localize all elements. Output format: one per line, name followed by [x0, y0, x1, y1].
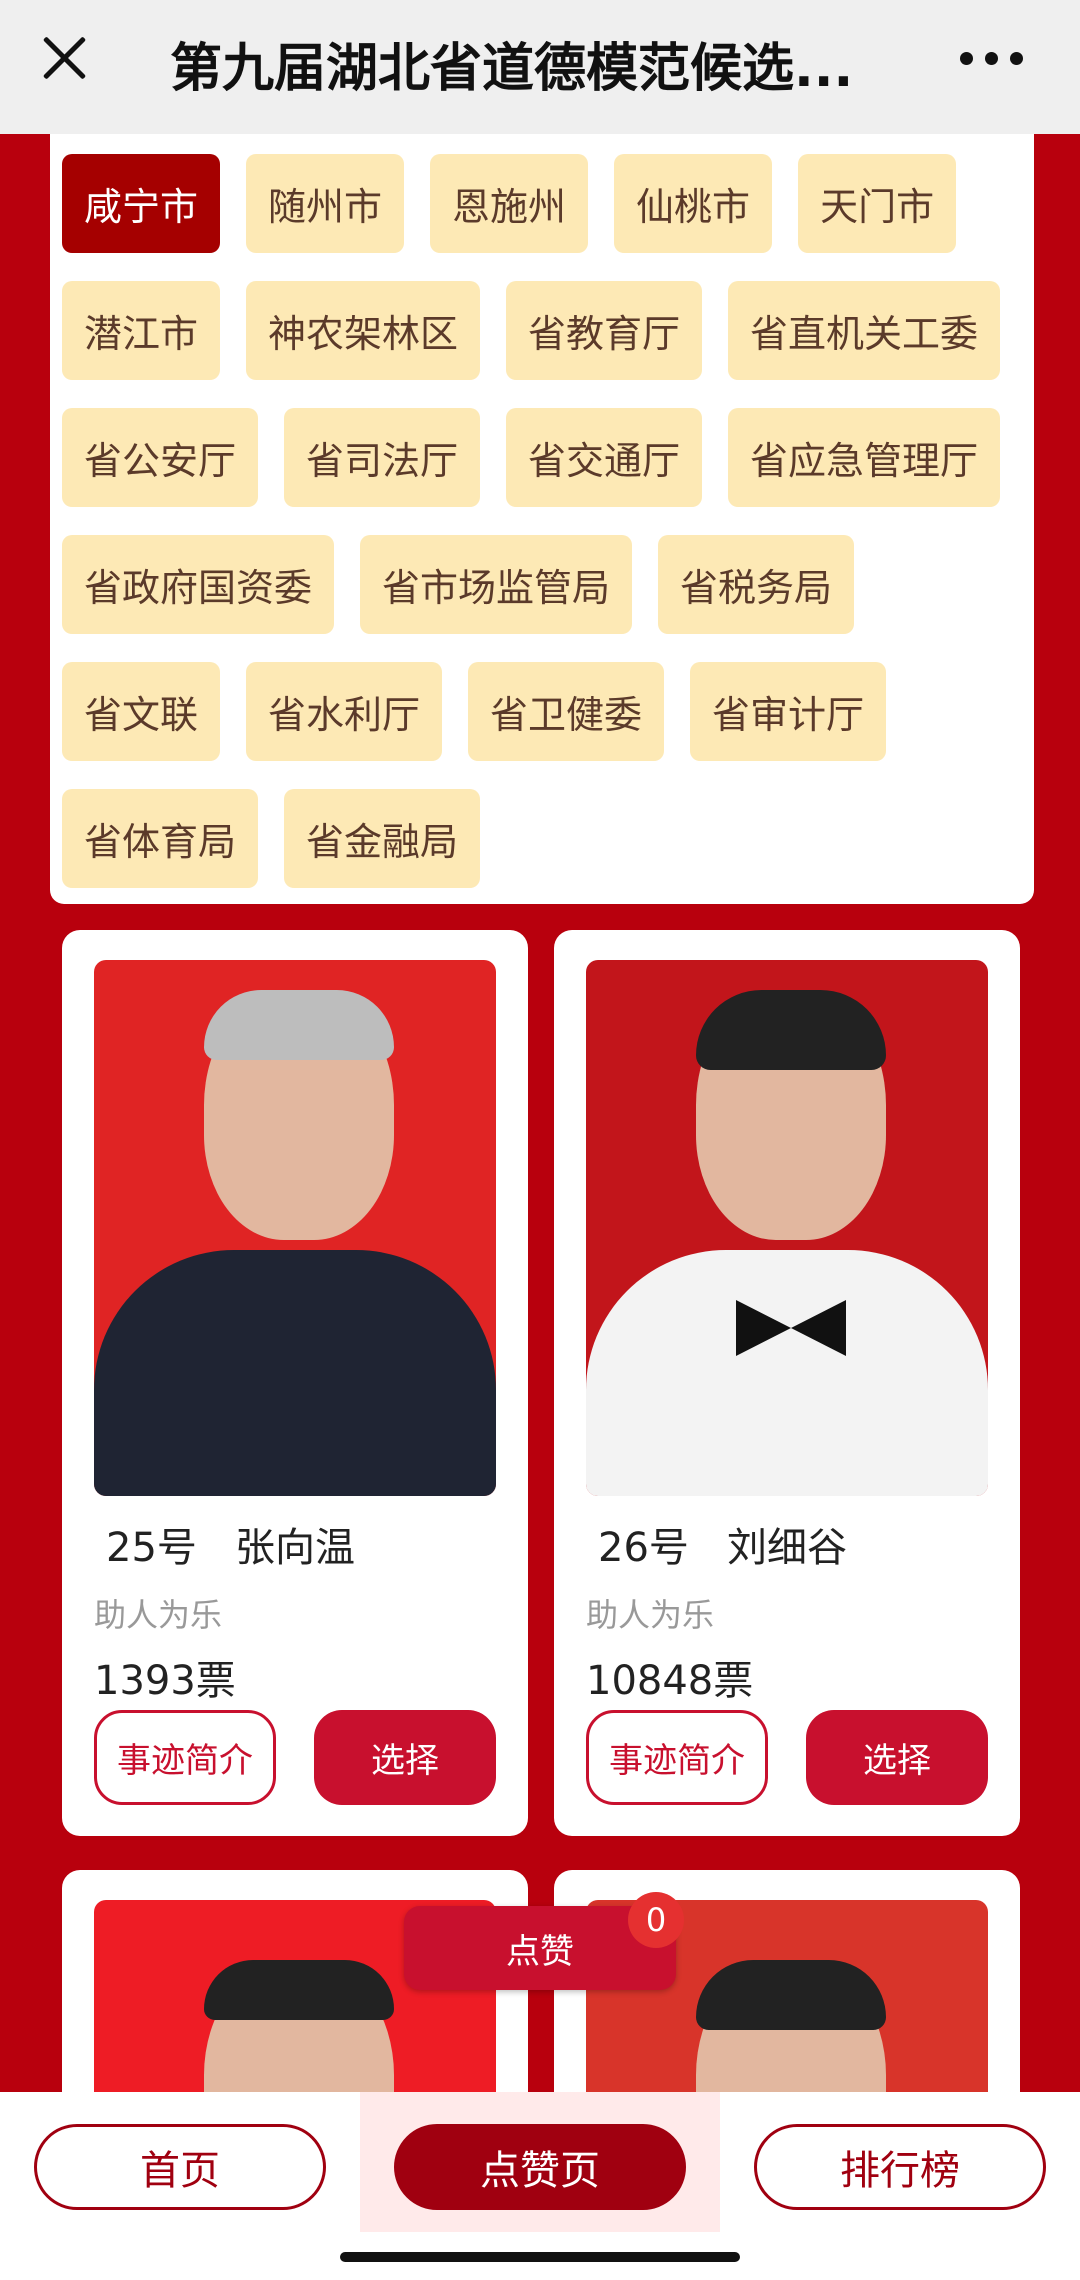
region-tag[interactable]: 省审计厅	[690, 662, 887, 761]
candidate-photo	[94, 960, 496, 1496]
region-tag[interactable]: 省税务局	[658, 535, 855, 634]
story-button[interactable]: 事迹简介	[586, 1710, 768, 1805]
region-tag[interactable]: 省文联	[62, 662, 221, 761]
like-count-badge: 0	[628, 1892, 684, 1948]
candidate-name: 26号 刘细谷	[598, 1525, 848, 1571]
candidate-votes: 1393票	[94, 1658, 236, 1704]
region-tag[interactable]: 省金融局	[284, 789, 481, 888]
nav-ranking[interactable]: 排行榜	[754, 2124, 1046, 2210]
region-tag[interactable]: 省司法厅	[284, 408, 481, 507]
more-options-icon[interactable]	[960, 52, 1024, 66]
region-tag[interactable]: 省公安厅	[62, 408, 259, 507]
page-title: 第九届湖北省道德模范候选...	[170, 39, 854, 99]
region-tag[interactable]: 省教育厅	[506, 281, 703, 380]
region-tag[interactable]: 省体育局	[62, 789, 259, 888]
bow-tie-icon	[736, 1300, 846, 1356]
close-icon[interactable]	[36, 30, 92, 86]
top-bar: 第九届湖北省道德模范候选...	[0, 0, 1080, 134]
region-tag[interactable]: 天门市	[798, 154, 957, 253]
region-tag[interactable]: 省政府国资委	[62, 535, 335, 634]
region-tag[interactable]: 恩施州	[430, 154, 589, 253]
region-tag[interactable]: 神农架林区	[246, 281, 481, 380]
region-tag[interactable]: 咸宁市	[62, 154, 221, 253]
nav-home[interactable]: 首页	[34, 2124, 326, 2210]
candidate-category: 助人为乐	[94, 1596, 223, 1634]
candidate-name: 25号 张向温	[106, 1525, 356, 1571]
select-button[interactable]: 选择	[806, 1710, 988, 1805]
candidate-category: 助人为乐	[586, 1596, 715, 1634]
region-filter-panel: 咸宁市 随州市 恩施州 仙桃市 天门市潜江市 神农架林区 省教育厅 省直机关工委省公安厅 省司法…	[50, 134, 1034, 904]
region-tag[interactable]: 仙桃市	[614, 154, 773, 253]
region-tag[interactable]: 省卫健委	[468, 662, 665, 761]
region-tag[interactable]: 省市场监管局	[360, 535, 633, 634]
story-button[interactable]: 事迹简介	[94, 1710, 276, 1805]
candidate-card: 26号 刘细谷 助人为乐 10848票 事迹简介 选择	[554, 930, 1020, 1836]
region-tag[interactable]: 随州市	[246, 154, 405, 253]
region-tag[interactable]: 省交通厅	[506, 408, 703, 507]
region-tag[interactable]: 省直机关工委	[728, 281, 1001, 380]
region-tag[interactable]: 省水利厅	[246, 662, 443, 761]
candidate-votes: 10848票	[586, 1658, 754, 1704]
select-button[interactable]: 选择	[314, 1710, 496, 1805]
home-indicator	[340, 2252, 740, 2262]
region-tag[interactable]: 省应急管理厅	[728, 408, 1001, 507]
candidate-photo	[586, 960, 988, 1496]
region-tag[interactable]: 潜江市	[62, 281, 221, 380]
nav-like-page[interactable]: 点赞页	[394, 2124, 686, 2210]
candidate-card: 25号 张向温 助人为乐 1393票 事迹简介 选择	[62, 930, 528, 1836]
region-tag-grid: 咸宁市 随州市 恩施州 仙桃市 天门市潜江市 神农架林区 省教育厅 省直机关工委省公安厅 省司法…	[62, 154, 1032, 888]
